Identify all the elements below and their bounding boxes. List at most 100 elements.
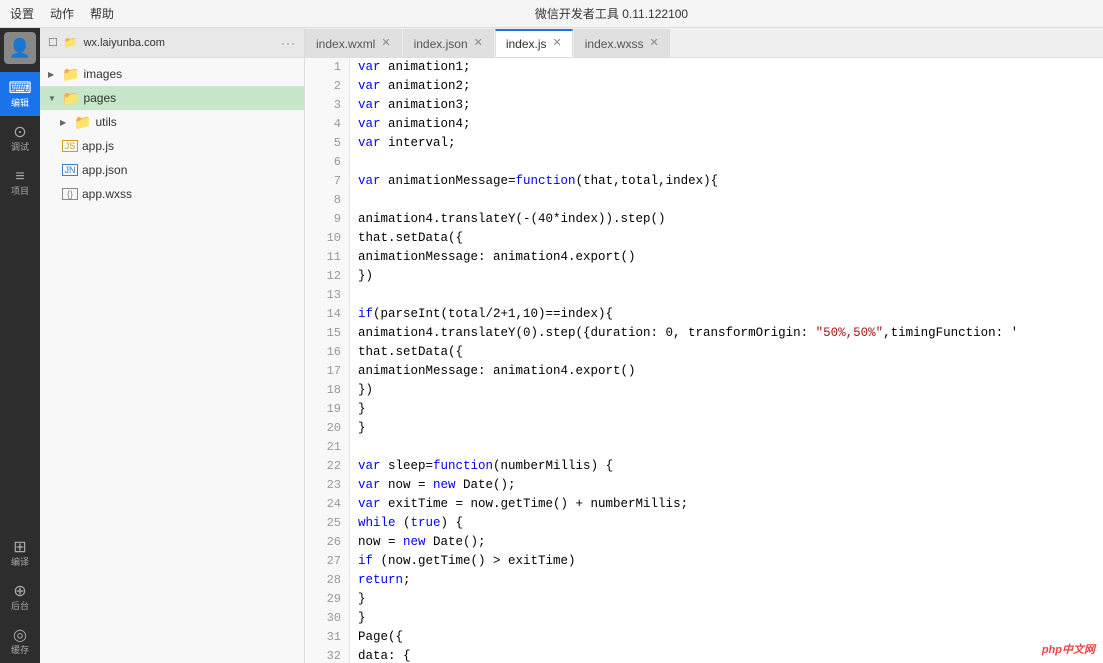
tree-item-label: app.js: [82, 139, 114, 153]
line-number: 26: [305, 533, 349, 552]
line-number: 11: [305, 248, 349, 267]
line-number: 28: [305, 571, 349, 590]
tab-close-wxml[interactable]: ✕: [381, 38, 390, 49]
tree-item-label: app.wxss: [82, 187, 132, 201]
code-line: now = new Date();: [350, 533, 1103, 552]
code-line: Page({: [350, 628, 1103, 647]
tab-index-js[interactable]: index.js ✕: [495, 29, 573, 57]
code-line: var sleep=function(numberMillis) {: [350, 457, 1103, 476]
code-line: }: [350, 590, 1103, 609]
sidebar-icon-debug[interactable]: ⊙ 调试: [0, 116, 40, 160]
checkbox-icon: ☐: [48, 36, 58, 49]
line-number: 5: [305, 134, 349, 153]
folder-icon: 📁: [74, 114, 91, 131]
code-line: }: [350, 419, 1103, 438]
more-options-button[interactable]: ···: [281, 36, 296, 50]
menubar: 设置 动作 帮助 微信开发者工具 0.11.122100: [0, 0, 1103, 28]
tree-item-pages[interactable]: ▼ 📁 pages: [40, 86, 304, 110]
line-number: 6: [305, 153, 349, 172]
arrow-icon: ▶: [48, 70, 58, 79]
folder-icon: 📁: [62, 66, 79, 83]
compile-icon: ⊞: [13, 540, 26, 556]
tree-item-appjson[interactable]: ▶ JN app.json: [40, 158, 304, 182]
code-line: while (true) {: [350, 514, 1103, 533]
wxss-file-icon: {}: [62, 188, 78, 200]
code-line: animationMessage: animation4.export(): [350, 248, 1103, 267]
line-number: 19: [305, 400, 349, 419]
code-line: [350, 286, 1103, 305]
line-number: 29: [305, 590, 349, 609]
tab-close-json[interactable]: ✕: [474, 38, 483, 49]
tree-item-label: utils: [95, 115, 116, 129]
code-line: var animation2;: [350, 77, 1103, 96]
menu-help[interactable]: 帮助: [90, 5, 114, 22]
menu-actions[interactable]: 动作: [50, 5, 74, 22]
line-number: 8: [305, 191, 349, 210]
code-line: animation4.translateY(0).step({duration:…: [350, 324, 1103, 343]
line-number: 24: [305, 495, 349, 514]
debug-label: 调试: [11, 143, 29, 152]
tree-item-appwxss[interactable]: ▶ {} app.wxss: [40, 182, 304, 206]
tab-index-json[interactable]: index.json ✕: [403, 29, 494, 57]
code-line: var animation4;: [350, 115, 1103, 134]
project-icon: ≡: [15, 169, 24, 185]
tab-close-wxss[interactable]: ✕: [649, 38, 658, 49]
tabs-bar: index.wxml ✕ index.json ✕ index.js ✕ ind…: [305, 28, 1103, 58]
code-line: [350, 191, 1103, 210]
line-number: 10: [305, 229, 349, 248]
editor-icon: ⌨: [8, 81, 31, 97]
line-number: 17: [305, 362, 349, 381]
editor-label: 编辑: [11, 99, 29, 108]
line-number: 2: [305, 77, 349, 96]
menu-settings[interactable]: 设置: [10, 5, 34, 22]
code-line: var animationMessage=function(that,total…: [350, 172, 1103, 191]
arrow-icon: ▶: [60, 118, 70, 127]
code-line: [350, 438, 1103, 457]
tree-item-appjs[interactable]: ▶ JS app.js: [40, 134, 304, 158]
avatar: 👤: [4, 32, 36, 64]
tab-index-wxml[interactable]: index.wxml ✕: [305, 29, 402, 57]
debug-icon: ⊙: [13, 125, 26, 141]
tree-item-utils[interactable]: ▶ 📁 utils: [40, 110, 304, 134]
sidebar-icon-backend[interactable]: ⊕ 后台: [0, 575, 40, 619]
file-tree-content: ▶ 📁 images ▼ 📁 pages ▶ 📁 utils ▶ JS app.…: [40, 58, 304, 663]
code-line: }): [350, 381, 1103, 400]
line-number: 20: [305, 419, 349, 438]
tab-close-js[interactable]: ✕: [553, 38, 562, 49]
sidebar-icon-editor[interactable]: ⌨ 编辑: [0, 72, 40, 116]
tab-index-wxss[interactable]: index.wxss ✕: [574, 29, 670, 57]
tree-item-label: app.json: [82, 163, 127, 177]
tree-item-images[interactable]: ▶ 📁 images: [40, 62, 304, 86]
domain-label: wx.laiyunba.com: [84, 37, 275, 49]
tab-label: index.json: [414, 37, 468, 51]
folder-icon: 📁: [62, 90, 79, 107]
line-number: 31: [305, 628, 349, 647]
line-number: 15: [305, 324, 349, 343]
editor-area: index.wxml ✕ index.json ✕ index.js ✕ ind…: [305, 28, 1103, 663]
sidebar-icon-compile[interactable]: ⊞ 编译: [0, 531, 40, 575]
code-line: animationMessage: animation4.export(): [350, 362, 1103, 381]
line-number: 32: [305, 647, 349, 663]
line-number: 7: [305, 172, 349, 191]
line-number: 14: [305, 305, 349, 324]
code-line: animation4.translateY(-(40*index)).step(…: [350, 210, 1103, 229]
folder-nav-icon: 📁: [64, 36, 78, 49]
code-line: var exitTime = now.getTime() + numberMil…: [350, 495, 1103, 514]
code-line: }): [350, 267, 1103, 286]
cache-icon: ◎: [13, 628, 27, 644]
code-line: return;: [350, 571, 1103, 590]
code-line: [350, 153, 1103, 172]
code-editor[interactable]: 1234567891011121314151617181920212223242…: [305, 58, 1103, 663]
sidebar-icon-cache[interactable]: ◎ 缓存: [0, 619, 40, 663]
backend-label: 后台: [11, 602, 29, 611]
tab-label: index.js: [506, 37, 547, 51]
line-number: 12: [305, 267, 349, 286]
line-number: 21: [305, 438, 349, 457]
file-tree-panel: ☐ 📁 wx.laiyunba.com ··· ▶ 📁 images ▼ 📁 p…: [40, 28, 305, 663]
code-content[interactable]: var animation1;var animation2;var animat…: [350, 58, 1103, 663]
backend-icon: ⊕: [13, 584, 26, 600]
code-line: var now = new Date();: [350, 476, 1103, 495]
tree-item-label: pages: [83, 91, 116, 105]
sidebar-icon-project[interactable]: ≡ 项目: [0, 160, 40, 204]
code-line: if (now.getTime() > exitTime): [350, 552, 1103, 571]
